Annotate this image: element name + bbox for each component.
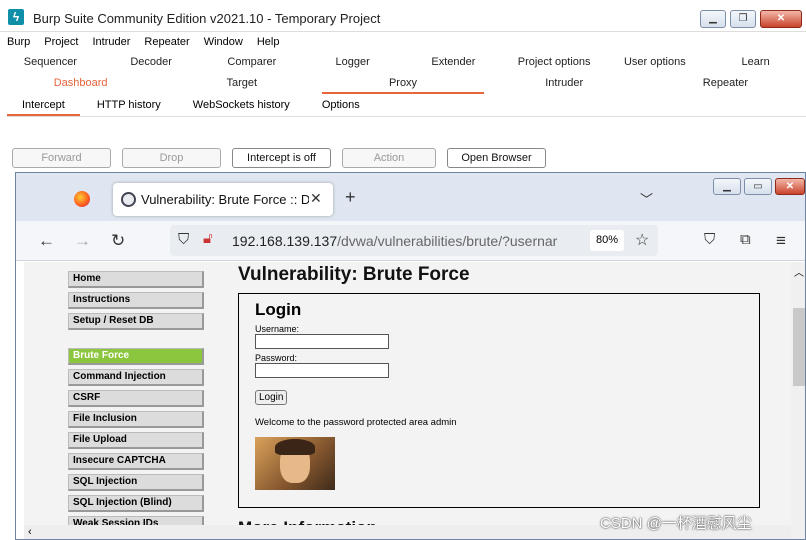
tab-decoder[interactable]: Decoder [101,52,202,73]
menu-bar: Burp Project Intruder Repeater Window He… [0,32,806,52]
tool-tabs-row-2: Dashboard Target Proxy Intruder Repeater [0,73,806,94]
dvwa-favicon-icon [121,192,136,207]
tab-sequencer[interactable]: Sequencer [0,52,101,73]
password-input[interactable] [255,363,389,378]
tab-close-icon[interactable]: ✕ [310,190,322,207]
dvwa-menu: Home Instructions Setup / Reset DB Brute… [68,271,204,537]
menu-window[interactable]: Window [204,32,243,52]
browser-tab[interactable]: Vulnerability: Brute Force :: D ✕ [113,183,333,216]
menu-item-instructions[interactable]: Instructions [68,292,204,309]
minimize-icon[interactable]: ▁ [700,10,726,28]
subtab-websockets-history[interactable]: WebSockets history [178,95,305,116]
list-tabs-chevron-icon[interactable]: ﹀ [640,189,653,208]
tab-intruder[interactable]: Intruder [484,73,645,94]
burp-titlebar: ϟ Burp Suite Community Edition v2021.10 … [0,0,806,32]
scroll-up-icon[interactable]: ︿ [794,264,804,279]
menu-help[interactable]: Help [257,32,280,52]
page-content: Home Instructions Setup / Reset DB Brute… [24,262,791,539]
page-title: Vulnerability: Brute Force [238,264,470,285]
back-arrow-icon[interactable]: ← [38,231,55,251]
login-title: Login [255,300,302,319]
url-path: /dvwa/vulnerabilities/brute/?usernar [337,233,558,249]
new-tab-icon[interactable]: + [345,187,356,208]
tab-logger[interactable]: Logger [302,52,403,73]
username-input[interactable] [255,334,389,349]
intercept-toolbar: Forward Drop Intercept is off Action Ope… [12,148,546,168]
scrollbar-thumb[interactable] [793,308,805,386]
tab-extender[interactable]: Extender [403,52,504,73]
tab-project-options[interactable]: Project options [504,52,605,73]
pocket-icon[interactable]: ⛉ [704,231,715,248]
scroll-left-icon[interactable]: ‹ [28,526,32,538]
proxy-subtabs: Intercept HTTP history WebSockets histor… [7,95,806,117]
intercept-toggle-button[interactable]: Intercept is off [232,148,331,168]
menu-burp[interactable]: Burp [7,32,30,52]
menu-item-sql-injection[interactable]: SQL Injection [68,474,204,491]
menu-item-file-upload[interactable]: File Upload [68,432,204,449]
browser-tab-title: Vulnerability: Brute Force :: D [141,192,309,207]
subtab-http-history[interactable]: HTTP history [82,95,176,116]
browser-tabbar: Vulnerability: Brute Force :: D ✕ + ﹀ ▁ … [16,173,805,221]
menu-item-home[interactable]: Home [68,271,204,288]
menu-item-brute-force[interactable]: Brute Force [68,348,204,365]
menu-item-setup-reset-db[interactable]: Setup / Reset DB [68,313,204,330]
tab-proxy[interactable]: Proxy [322,73,484,94]
main-content: Vulnerability: Brute Force Login Usernam… [238,262,778,537]
burp-logo-icon: ϟ [8,9,24,25]
url-text: 192.168.139.137/dvwa/vulnerabilities/bru… [232,233,582,249]
watermark-text: CSDN @一杯酒慰风尘 [600,515,752,532]
url-host: 192.168.139.137 [232,233,338,249]
menu-item-sql-injection-blind[interactable]: SQL Injection (Blind) [68,495,204,512]
username-label: Username: [255,324,300,334]
tool-tabs-row-1: Sequencer Decoder Comparer Logger Extend… [0,52,806,73]
menu-item-csrf[interactable]: CSRF [68,390,204,407]
password-label: Password: [255,353,298,363]
tab-target[interactable]: Target [161,73,322,94]
zoom-indicator[interactable]: 80% [590,230,624,251]
menu-item-command-injection[interactable]: Command Injection [68,369,204,386]
welcome-message: Welcome to the password protected area a… [255,417,457,428]
browser-navbar: ← → ↻ ⛉ 🔓︎ 192.168.139.137/dvwa/vulnerab… [16,221,805,261]
tab-dashboard[interactable]: Dashboard [0,73,161,94]
left-gutter [0,95,7,540]
menu-intruder[interactable]: Intruder [93,32,131,52]
restore-icon[interactable]: ❐ [730,10,756,28]
browser-window: Vulnerability: Brute Force :: D ✕ + ﹀ ▁ … [15,172,806,540]
drop-button[interactable]: Drop [122,148,221,168]
menu-project[interactable]: Project [44,32,78,52]
user-avatar-image [255,437,335,490]
extensions-icon[interactable]: ⧉ [740,231,751,248]
menu-item-insecure-captcha[interactable]: Insecure CAPTCHA [68,453,204,470]
reload-icon[interactable]: ↻ [111,231,125,251]
close-icon[interactable]: ✕ [760,10,802,28]
bookmark-star-icon[interactable]: ☆ [635,230,649,250]
insecure-lock-icon[interactable]: 🔓︎ [203,230,213,247]
hamburger-menu-icon[interactable]: ≡ [776,231,786,251]
shield-icon[interactable]: ⛉ [178,231,189,248]
login-button[interactable]: Login [255,390,288,405]
forward-button[interactable]: Forward [12,148,111,168]
menu-repeater[interactable]: Repeater [144,32,189,52]
subtab-options[interactable]: Options [307,95,375,116]
window-title: Burp Suite Community Edition v2021.10 - … [33,11,381,26]
page-vertical-scrollbar[interactable]: ︿ [791,262,805,539]
action-button[interactable]: Action [342,148,436,168]
browser-minimize-icon[interactable]: ▁ [713,178,741,195]
menu-item-file-inclusion[interactable]: File Inclusion [68,411,204,428]
url-bar[interactable]: ⛉ 🔓︎ 192.168.139.137/dvwa/vulnerabilitie… [170,225,658,256]
tab-user-options[interactable]: User options [605,52,706,73]
open-browser-button[interactable]: Open Browser [447,148,546,168]
browser-maximize-icon[interactable]: ▭ [744,178,772,195]
login-box: Login Username: Password: Login Welcome … [238,293,760,508]
tab-repeater[interactable]: Repeater [645,73,806,94]
browser-close-icon[interactable]: ✕ [775,178,805,195]
firefox-logo-icon[interactable] [74,191,90,207]
subtab-intercept[interactable]: Intercept [7,95,80,116]
tab-learn[interactable]: Learn [705,52,806,73]
forward-arrow-icon[interactable]: → [74,231,91,251]
tab-comparer[interactable]: Comparer [202,52,303,73]
